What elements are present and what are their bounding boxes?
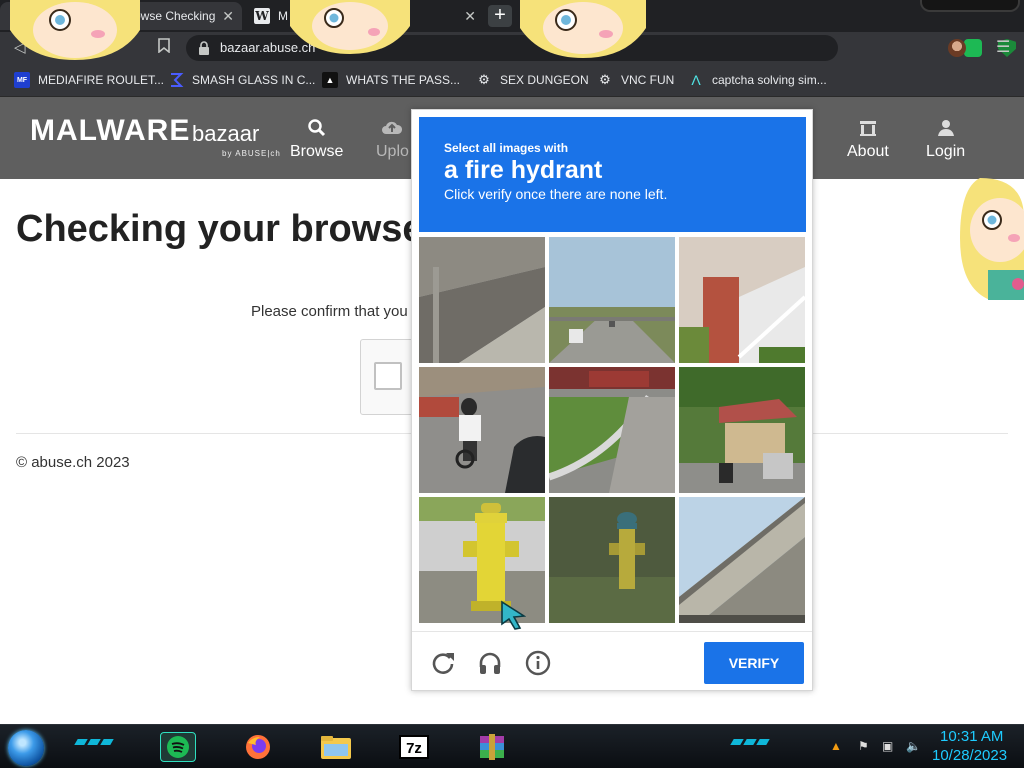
7zip-icon: 7z	[399, 735, 429, 759]
anime-sticker-face	[520, 0, 646, 58]
mouse-cursor-icon	[501, 600, 526, 630]
captcha-select-text: Select all images with	[444, 141, 569, 155]
taskbar-spotify[interactable]	[160, 732, 196, 762]
info-icon[interactable]	[525, 650, 551, 676]
bookmark-whats-the-pass[interactable]: ▲ WHATS THE PASS...	[322, 72, 460, 88]
anime-sticker-face	[290, 0, 410, 54]
page-title: Checking your browse	[16, 208, 424, 250]
captcha-header: Select all images with a fire hydrant Cl…	[419, 117, 806, 232]
gear-icon: ⚙	[478, 72, 490, 87]
bookmark-label: VNC FUN	[621, 73, 675, 87]
bookmark-label: SEX DUNGEON	[500, 73, 589, 87]
browser-toolbar: ◁ bazaar.abuse.ch ☰	[0, 32, 1024, 64]
taskbar-7zip[interactable]: 7z	[396, 732, 432, 762]
footer-copyright: © abuse.ch 2023	[16, 454, 130, 471]
clock-time[interactable]: 10:31 AM	[940, 728, 1003, 745]
search-icon	[307, 119, 325, 137]
address-bar[interactable]: bazaar.abuse.ch	[186, 35, 1016, 61]
confirm-text: Please confirm that you	[251, 303, 408, 320]
captcha-instruction: Click verify once there are none left.	[444, 186, 668, 202]
folder-icon	[321, 736, 351, 759]
bookmark-smash-glass[interactable]: SMASH GLASS IN C...	[168, 72, 315, 88]
lock-icon	[199, 41, 209, 55]
captcha-tile-overpass-underside[interactable]	[419, 237, 545, 363]
bookmark-label: SMASH GLASS IN C...	[192, 73, 316, 87]
svg-text:7z: 7z	[406, 740, 422, 757]
captcha-tile-bridge-underside[interactable]	[679, 497, 805, 623]
sigma-icon	[168, 72, 184, 88]
bookmark-captcha-solving[interactable]: Λ captcha solving sim...	[688, 72, 827, 88]
lambda-icon: Λ	[691, 72, 701, 88]
spotify-extension-icon[interactable]	[964, 39, 982, 57]
taskbar-winrar[interactable]	[474, 732, 510, 762]
bookmark-icon[interactable]	[158, 38, 170, 57]
nav-login[interactable]: Login	[926, 117, 965, 161]
menu-icon[interactable]: ☰	[996, 37, 1010, 57]
bookmark-label: WHATS THE PASS...	[346, 73, 461, 87]
verify-button[interactable]: VERIFY	[704, 642, 804, 684]
tab-strip: owse Checking ✕ W M ✕ +	[0, 0, 1024, 32]
taskbar-decoration	[74, 739, 114, 749]
captcha-tile-street-houses[interactable]	[679, 367, 805, 493]
close-icon[interactable]: ✕	[222, 8, 234, 25]
nav-upload[interactable]: Uplo	[376, 117, 409, 161]
reload-icon[interactable]	[430, 650, 456, 676]
logo-malware[interactable]: MALWARE	[30, 114, 190, 148]
logo-bazaar[interactable]: bazaar	[192, 121, 259, 147]
taskbar-decoration	[730, 739, 770, 749]
taskbar-firefox[interactable]	[240, 732, 276, 762]
spotify-icon	[167, 736, 189, 758]
nav-about[interactable]: About	[847, 117, 889, 161]
nav-label: About	[847, 143, 889, 160]
logo-by-abuse: by ABUSE|ch	[222, 149, 281, 158]
captcha-tile-grid	[419, 237, 806, 624]
network-icon[interactable]: ▣	[882, 739, 896, 753]
anime-sticker-face	[10, 0, 140, 60]
user-icon	[937, 120, 954, 136]
bookmark-sex-dungeon[interactable]: ⚙ SEX DUNGEON	[476, 72, 589, 88]
winrar-icon	[480, 734, 504, 760]
profile-avatar[interactable]	[948, 39, 966, 57]
firefox-icon	[246, 735, 270, 759]
clock-date[interactable]: 10/28/2023	[932, 747, 1007, 764]
bookmark-mediafire[interactable]: MF MEDIAFIRE ROULET...	[14, 72, 164, 88]
gear-icon: ⚙	[599, 72, 611, 87]
bookmark-label: MEDIAFIRE ROULET...	[38, 73, 165, 87]
bookmark-label: captcha solving sim...	[712, 73, 827, 87]
taskbar: 7z ▲ ⚑ ▣ 🔈 10:31 AM 10/28/2023	[0, 724, 1024, 768]
nav-label: Login	[926, 143, 966, 160]
mediafire-icon: MF	[14, 72, 30, 88]
bookmark-vnc-fun[interactable]: ⚙ VNC FUN	[597, 72, 674, 88]
captcha-challenge: Select all images with a fire hydrant Cl…	[411, 109, 813, 691]
taskbar-file-explorer[interactable]	[318, 732, 354, 762]
captcha-tile-house-steps[interactable]	[679, 237, 805, 363]
bookmarks-bar: MF MEDIAFIRE ROULET... SMASH GLASS IN C.…	[0, 64, 1024, 97]
new-tab-button[interactable]: +	[488, 5, 512, 27]
tab-title: owse Checking	[134, 9, 216, 23]
captcha-tile-cyclist-road[interactable]	[419, 367, 545, 493]
anime-sticker-character	[960, 178, 1024, 300]
captcha-target: a fire hydrant	[444, 156, 603, 184]
start-button[interactable]	[8, 730, 44, 766]
captcha-tile-green-yellow-hydrant[interactable]	[549, 497, 675, 623]
captcha-tile-highway-overpass[interactable]	[549, 237, 675, 363]
tab-title: M	[278, 9, 288, 23]
close-icon[interactable]: ✕	[464, 8, 476, 25]
tray-notification-icon[interactable]: ▲	[830, 739, 844, 753]
nav-label: Browse	[290, 143, 344, 160]
building-icon	[859, 121, 876, 136]
wikipedia-icon: W	[254, 8, 270, 24]
nav-label: Uplo	[376, 143, 409, 160]
captcha-tile-yellow-hydrant[interactable]	[419, 497, 545, 623]
nav-browse[interactable]: Browse	[290, 117, 343, 161]
dark-site-icon: ▲	[322, 72, 338, 88]
captcha-footer: VERIFY	[412, 631, 812, 691]
window-frame-decoration	[920, 0, 1020, 12]
flag-icon[interactable]: ⚑	[858, 739, 872, 753]
recaptcha-checkbox[interactable]	[374, 362, 402, 390]
volume-icon[interactable]: 🔈	[906, 739, 921, 753]
cloud-upload-icon	[382, 121, 403, 134]
captcha-tile-guardrail-grass[interactable]	[549, 367, 675, 493]
headphones-icon[interactable]	[477, 650, 503, 676]
